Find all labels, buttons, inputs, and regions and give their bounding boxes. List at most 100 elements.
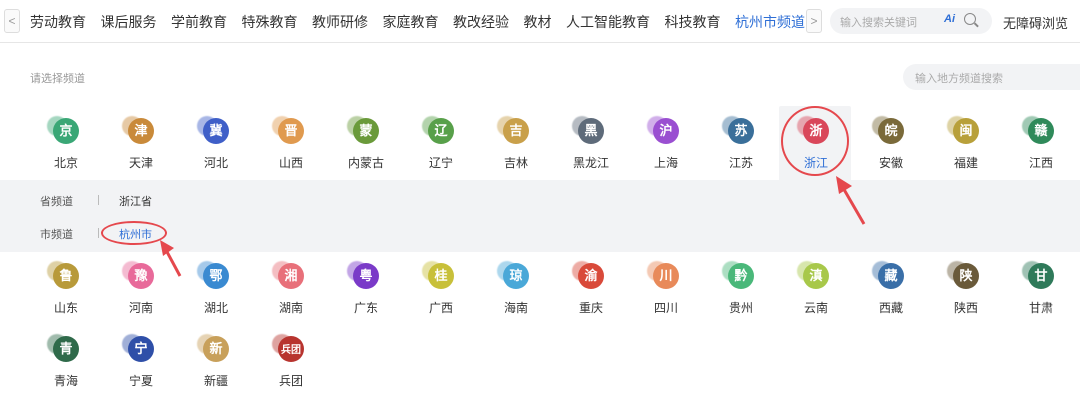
province-emblem-icon: 津 — [128, 118, 154, 144]
annotation-arrow-icon — [836, 176, 866, 225]
province-emblem-icon: 沪 — [653, 118, 679, 144]
province-name: 河北 — [203, 156, 228, 170]
province-channel-label: 省频道 — [40, 196, 73, 208]
province-name: 山西 — [278, 156, 303, 170]
province-name: 贵州 — [728, 301, 753, 315]
accessibility-link[interactable]: 无障碍浏览 — [1003, 13, 1068, 32]
province-emblem-icon: 豫 — [128, 263, 154, 289]
province-name: 安徽 — [878, 156, 903, 170]
province-3[interactable]: 晋山西 — [261, 118, 321, 174]
province-emblem-icon: 兵团 — [278, 336, 304, 362]
nav-item-after-school[interactable]: 课后服务 — [101, 12, 157, 32]
province-name: 云南 — [803, 301, 828, 315]
province-12[interactable]: 陕陕西 — [936, 263, 996, 319]
province-12[interactable]: 闽福建 — [936, 118, 996, 174]
nav-item-preschool[interactable]: 学前教育 — [171, 12, 227, 32]
province-name: 重庆 — [578, 301, 603, 315]
province-4[interactable]: 粤广东 — [336, 263, 396, 319]
nav-item-family[interactable]: 家庭教育 — [383, 12, 439, 32]
province-10[interactable]: 滇云南 — [786, 263, 846, 319]
nav-item-ai[interactable]: 人工智能教育 — [566, 12, 650, 32]
province-2[interactable]: 冀河北 — [186, 118, 246, 174]
province-name: 青海 — [53, 374, 78, 388]
province-name: 甘肃 — [1028, 301, 1053, 315]
province-9[interactable]: 苏江苏 — [711, 118, 771, 174]
search-icon[interactable] — [964, 13, 976, 25]
province-5[interactable]: 辽辽宁 — [411, 118, 471, 174]
province-name: 新疆 — [203, 374, 228, 388]
province-emblem-icon: 粤 — [353, 263, 379, 289]
divider — [98, 228, 99, 238]
province-emblem-icon: 鲁 — [53, 263, 79, 289]
province-3[interactable]: 兵团 兵团 — [261, 336, 321, 392]
province-11[interactable]: 皖安徽 — [861, 118, 921, 174]
province-name: 西藏 — [878, 301, 903, 315]
province-6[interactable]: 吉吉林 — [486, 118, 546, 174]
province-9[interactable]: 黔贵州 — [711, 263, 771, 319]
nav-item-teacher[interactable]: 教师研修 — [312, 12, 368, 32]
province-name: 兵团 — [278, 374, 303, 388]
province-13[interactable]: 甘甘肃 — [1011, 263, 1071, 319]
province-emblem-icon: 黑 — [578, 118, 604, 144]
province-name: 河南 — [128, 301, 153, 315]
province-name: 内蒙古 — [347, 156, 384, 170]
province-7[interactable]: 黑黑龙江 — [561, 118, 621, 174]
province-0[interactable]: 京北京 — [36, 118, 96, 174]
province-7[interactable]: 渝重庆 — [561, 263, 621, 319]
province-emblem-icon: 琼 — [503, 263, 529, 289]
search-input[interactable]: 输入搜索关键词 Ai — [830, 8, 992, 34]
province-name: 山东 — [53, 301, 78, 315]
region-search-input[interactable]: 输入地方频道搜索 — [903, 64, 1080, 90]
province-3[interactable]: 湘湖南 — [261, 263, 321, 319]
nav-next-icon[interactable]: > — [806, 9, 822, 33]
province-name: 辽宁 — [428, 156, 453, 170]
province-emblem-icon: 京 — [53, 118, 79, 144]
nav-item-tech[interactable]: 科技教育 — [665, 12, 721, 32]
province-emblem-icon: 青 — [53, 336, 79, 362]
province-name: 江西 — [1028, 156, 1053, 170]
province-emblem-icon: 湘 — [278, 263, 304, 289]
province-emblem-icon: 苏 — [728, 118, 754, 144]
province-8[interactable]: 沪上海 — [636, 118, 696, 174]
province-1[interactable]: 宁宁夏 — [111, 336, 171, 392]
province-emblem-icon: 蒙 — [353, 118, 379, 144]
province-0[interactable]: 青青海 — [36, 336, 96, 392]
province-name: 四川 — [653, 301, 678, 315]
province-11[interactable]: 藏西藏 — [861, 263, 921, 319]
divider — [98, 195, 99, 205]
search-placeholder: 输入搜索关键词 — [840, 17, 917, 29]
province-emblem-icon: 新 — [203, 336, 229, 362]
province-emblem-icon: 藏 — [878, 263, 904, 289]
province-emblem-icon: 甘 — [1028, 263, 1054, 289]
province-emblem-icon: 鄂 — [203, 263, 229, 289]
province-5[interactable]: 桂广西 — [411, 263, 471, 319]
province-8[interactable]: 川四川 — [636, 263, 696, 319]
nav-item-special[interactable]: 特殊教育 — [242, 12, 298, 32]
province-name: 北京 — [53, 156, 78, 170]
province-6[interactable]: 琼海南 — [486, 263, 546, 319]
ai-search-icon[interactable]: Ai — [944, 13, 955, 25]
nav-active-label: 杭州市频道 — [735, 13, 805, 30]
province-1[interactable]: 津天津 — [111, 118, 171, 174]
province-13[interactable]: 赣江西 — [1011, 118, 1071, 174]
province-channel-link[interactable]: 浙江省 — [119, 193, 152, 209]
province-name: 吉林 — [503, 156, 528, 170]
annotation-arrow-icon — [160, 240, 182, 277]
province-4[interactable]: 蒙内蒙古 — [336, 118, 396, 174]
nav-item-textbook[interactable]: 教材 — [524, 12, 552, 32]
province-name: 广西 — [428, 301, 453, 315]
province-0[interactable]: 鲁山东 — [36, 263, 96, 319]
province-2[interactable]: 鄂湖北 — [186, 263, 246, 319]
nav-item-reform[interactable]: 教改经验 — [453, 12, 509, 32]
province-emblem-icon: 吉 — [503, 118, 529, 144]
nav-item-labor[interactable]: 劳动教育 — [30, 12, 86, 32]
choose-channel-label: 请选择频道 — [30, 73, 85, 85]
province-emblem-icon: 陕 — [953, 263, 979, 289]
province-emblem-icon: 皖 — [878, 118, 904, 144]
province-emblem-icon: 黔 — [728, 263, 754, 289]
nav-prev-icon[interactable]: < — [4, 9, 20, 33]
province-emblem-icon: 晋 — [278, 118, 304, 144]
region-search-placeholder: 输入地方频道搜索 — [915, 73, 1003, 85]
province-name: 广东 — [353, 301, 378, 315]
province-2[interactable]: 新新疆 — [186, 336, 246, 392]
